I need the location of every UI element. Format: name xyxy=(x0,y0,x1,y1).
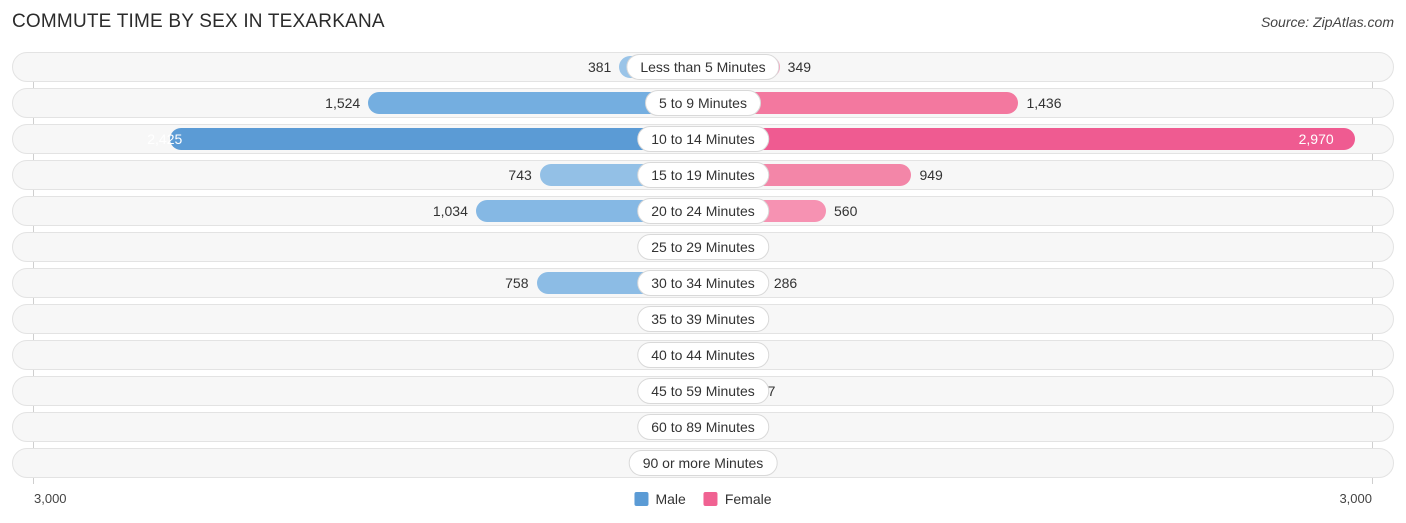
legend-item[interactable]: Female xyxy=(703,491,772,507)
chart-legend: Male Female xyxy=(634,486,772,512)
bar-row: 6818745 to 59 Minutes xyxy=(12,376,1394,406)
chart-container: COMMUTE TIME BY SEX IN TEXARKANA Source:… xyxy=(0,0,1406,523)
bar-row: 687960 to 89 Minutes xyxy=(12,412,1394,442)
value-label-male: 758 xyxy=(505,275,529,291)
bar-row: 1,034 560 20 to 24 Minutes xyxy=(12,196,1394,226)
value-label-female: 1,436 xyxy=(1026,95,1062,111)
legend-item[interactable]: Male xyxy=(634,491,686,507)
bar-male xyxy=(170,128,703,150)
category-label: 45 to 59 Minutes xyxy=(637,378,769,404)
axis-label-right: 3,000 xyxy=(1339,491,1372,506)
bar-row: 1007690 or more Minutes xyxy=(12,448,1394,478)
value-label-female: 560 xyxy=(834,203,858,219)
legend-swatch-icon xyxy=(703,492,718,506)
page-title: COMMUTE TIME BY SEX IN TEXARKANA xyxy=(12,11,385,32)
legend-label: Male xyxy=(655,491,686,507)
category-label: 40 to 44 Minutes xyxy=(637,342,769,368)
value-label-male: 381 xyxy=(587,59,612,75)
category-label: 30 to 34 Minutes xyxy=(637,270,769,296)
category-label: 5 to 9 Minutes xyxy=(645,90,761,116)
bar-row: 758 286 30 to 34 Minutes xyxy=(12,268,1394,298)
value-label-female: 286 xyxy=(773,275,798,291)
value-label-female: 2,970 xyxy=(1298,131,1334,147)
bar-row: 741525 to 29 Minutes xyxy=(12,232,1394,262)
bar-row: 381 349 Less than 5 Minutes xyxy=(12,52,1394,82)
value-label-male: 743 xyxy=(508,167,532,183)
value-label-male: 2,425 xyxy=(147,131,183,147)
category-label: 90 or more Minutes xyxy=(628,450,778,476)
bar-row: 743 949 15 to 19 Minutes xyxy=(12,160,1394,190)
value-label-female: 949 xyxy=(919,167,943,183)
category-label: Less than 5 Minutes xyxy=(626,54,780,80)
plot-area: 381 349 Less than 5 Minutes 1,524 1,436 5 to … xyxy=(12,52,1394,484)
legend-swatch-icon xyxy=(634,492,649,506)
bar-row: 1,524 1,436 5 to 9 Minutes xyxy=(12,88,1394,118)
legend-label: Female xyxy=(724,491,772,507)
bar-row: 60040 to 44 Minutes xyxy=(12,340,1394,370)
value-label-male: 1,524 xyxy=(325,95,361,111)
bar-female xyxy=(703,128,1356,150)
category-label: 20 to 24 Minutes xyxy=(637,198,769,224)
bar-row: 314335 to 39 Minutes xyxy=(12,304,1394,334)
bar-row: 2,425 2,970 10 to 14 Minutes xyxy=(12,124,1394,154)
category-label: 60 to 89 Minutes xyxy=(637,414,769,440)
bar-rows: 381 349 Less than 5 Minutes 1,524 1,436 5 to … xyxy=(12,52,1394,484)
category-label: 10 to 14 Minutes xyxy=(637,126,769,152)
value-label-female: 349 xyxy=(787,59,812,75)
chart-footer: 3,000 3,000 Male Female xyxy=(12,486,1394,512)
source-attribution: Source: ZipAtlas.com xyxy=(1260,14,1394,30)
category-label: 35 to 39 Minutes xyxy=(637,306,769,332)
category-label: 15 to 19 Minutes xyxy=(637,162,769,188)
value-label-male: 1,034 xyxy=(432,203,468,219)
axis-label-left: 3,000 xyxy=(34,491,67,506)
category-label: 25 to 29 Minutes xyxy=(637,234,769,260)
